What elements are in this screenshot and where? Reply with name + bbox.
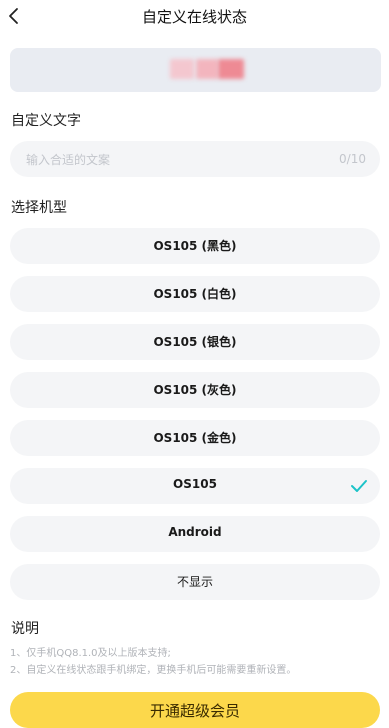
custom-text-field[interactable]: 0/10 (10, 141, 380, 179)
model-option-label: OS105 (金色) (153, 431, 237, 445)
notes-line: 2、自定义在线状态跟手机绑定，更换手机后可能需要重新设置。 (10, 665, 297, 676)
blurred-status (218, 59, 244, 79)
blurred-avatar (170, 59, 194, 79)
model-option-os105-gold[interactable]: OS105 (金色) (10, 420, 380, 456)
model-option-label: Android (168, 525, 222, 539)
model-option-hidden[interactable]: 不显示 (10, 564, 380, 600)
open-super-vip-button[interactable]: 开通超级会员 (10, 692, 380, 728)
notes-list: 1、仅手机QQ8.1.0及以上版本支持; 2、自定义在线状态跟手机绑定，更换手机… (10, 645, 296, 679)
model-option-label: 不显示 (176, 575, 213, 589)
custom-text-label: 自定义文字 (11, 113, 81, 129)
model-option-label: OS105 (白色) (153, 287, 237, 301)
notes-line: 1、仅手机QQ8.1.0及以上版本支持; (10, 648, 171, 659)
model-option-os105-silver[interactable]: OS105 (银色) (10, 324, 380, 360)
model-option-label: OS105 (银色) (153, 335, 237, 349)
model-option-android[interactable]: Android (10, 516, 380, 552)
checkmark-icon (351, 480, 367, 492)
notes-title: 说明 (11, 621, 39, 637)
status-preview (10, 48, 381, 92)
character-counter: 0/10 (339, 152, 366, 166)
model-section-label: 选择机型 (11, 200, 67, 216)
blurred-name (196, 59, 218, 79)
model-option-label: OS105 (灰色) (153, 383, 237, 397)
top-bar: 自定义在线状态 (0, 0, 389, 34)
model-option-label: OS105 (黑色) (153, 239, 237, 253)
model-option-os105-gray[interactable]: OS105 (灰色) (10, 372, 380, 408)
cta-label: 开通超级会员 (149, 702, 240, 720)
model-option-os105-white[interactable]: OS105 (白色) (10, 276, 380, 312)
page-title: 自定义在线状态 (141, 8, 247, 26)
model-option-os105-black[interactable]: OS105 (黑色) (10, 228, 380, 264)
model-option-label: OS105 (173, 477, 217, 491)
model-option-os105[interactable]: OS105 (10, 468, 380, 504)
custom-text-input[interactable] (24, 141, 328, 179)
